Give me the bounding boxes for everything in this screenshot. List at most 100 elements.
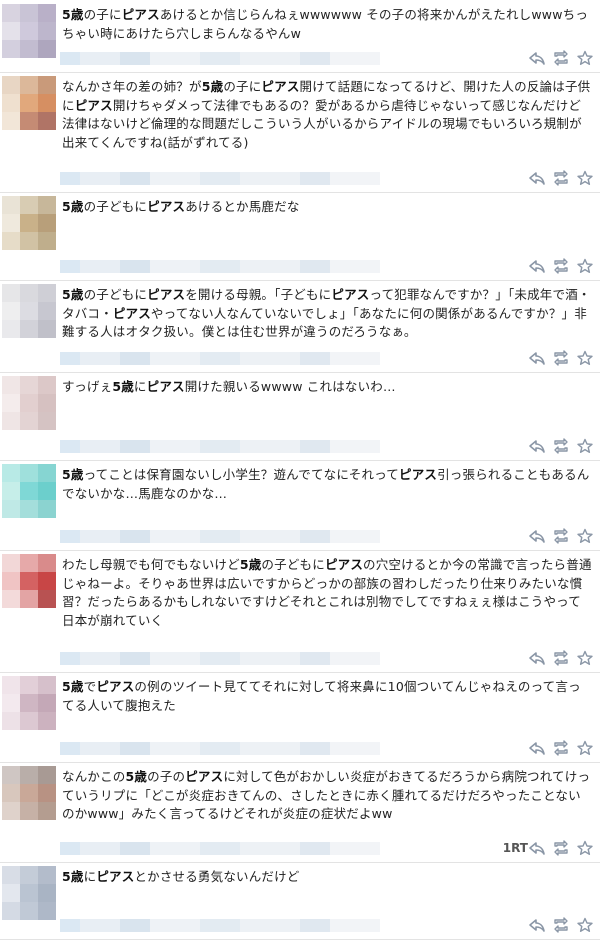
tweet-meta-blurred bbox=[60, 919, 380, 932]
avatar[interactable] bbox=[2, 676, 56, 730]
tweet-meta-blurred bbox=[60, 260, 380, 273]
tweet-item: 5歳ってことは保育園ないし小学生？遊んでてなにそれってピアス引っ張られることもあ… bbox=[0, 460, 600, 551]
tweet-meta-blurred bbox=[60, 652, 380, 665]
tweet-item: なんかこの5歳の子のピアスに対して色がおかしい炎症がおきてるだろうから病院つれて… bbox=[0, 762, 600, 863]
reply-icon[interactable] bbox=[528, 740, 546, 756]
retweet-icon[interactable] bbox=[552, 170, 570, 186]
keyword-highlight: ピアス bbox=[74, 97, 113, 113]
avatar[interactable] bbox=[2, 284, 56, 338]
tweet-actions bbox=[528, 740, 594, 756]
reply-icon[interactable] bbox=[528, 528, 546, 544]
tweet-actions bbox=[528, 170, 594, 186]
tweet-actions bbox=[528, 438, 594, 454]
keyword-highlight: ピアス bbox=[146, 379, 185, 394]
tweet-meta-blurred bbox=[60, 530, 380, 543]
retweet-icon[interactable] bbox=[552, 528, 570, 544]
avatar[interactable] bbox=[2, 376, 56, 430]
keyword-highlight: ピアス bbox=[261, 79, 300, 94]
keyword-highlight: ピアス bbox=[96, 679, 135, 694]
reply-icon[interactable] bbox=[528, 350, 546, 366]
tweet-text: 5歳の子にピアスあけるとか信じらんねぇwwwwww その子の将来かんがえたれしw… bbox=[62, 6, 592, 43]
retweet-icon[interactable] bbox=[552, 50, 570, 66]
text-segment: なんかこの bbox=[62, 769, 126, 784]
tweet-text: 5歳にピアスとかさせる勇気ないんだけど bbox=[62, 868, 592, 887]
retweet-icon[interactable] bbox=[552, 258, 570, 274]
tweet-text: わたし母親でも何でもないけど5歳の子どもにピアスの穴空けるとか今の常識で言ったら… bbox=[62, 556, 592, 630]
retweet-icon[interactable] bbox=[552, 840, 570, 856]
text-segment: 開けちゃダメって法律でもあるの？愛があるから虐待じゃないって感じなんだけど法律は… bbox=[62, 97, 582, 150]
keyword-highlight: 5歳 bbox=[62, 199, 84, 214]
text-segment: の子どもに bbox=[261, 557, 325, 572]
keyword-highlight: 5歳 bbox=[62, 287, 84, 302]
tweet-text: 5歳でピアスの例のツイート見ててそれに対して将来鼻に10個ついてんじゃねえのって… bbox=[62, 678, 592, 715]
keyword-highlight: ピアス bbox=[147, 199, 186, 214]
star-icon[interactable] bbox=[576, 258, 594, 274]
tweet-item: 5歳の子どもにピアスを開ける母親。「子どもにピアスって犯罪なんですか？」「未成年… bbox=[0, 280, 600, 373]
avatar[interactable] bbox=[2, 766, 56, 820]
reply-icon[interactable] bbox=[528, 650, 546, 666]
retweet-count: 1RT bbox=[502, 841, 528, 855]
star-icon[interactable] bbox=[576, 528, 594, 544]
keyword-highlight: 5歳 bbox=[112, 379, 134, 394]
avatar[interactable] bbox=[2, 196, 56, 250]
avatar[interactable] bbox=[2, 464, 56, 518]
star-icon[interactable] bbox=[576, 917, 594, 933]
text-segment: 開けた親いるwwww これはないわ… bbox=[184, 379, 396, 394]
text-segment: すっげぇ bbox=[62, 379, 113, 394]
keyword-highlight: ピアス bbox=[112, 305, 151, 321]
star-icon[interactable] bbox=[576, 740, 594, 756]
tweet-item: 5歳でピアスの例のツイート見ててそれに対して将来鼻に10個ついてんじゃねえのって… bbox=[0, 672, 600, 763]
star-icon[interactable] bbox=[576, 650, 594, 666]
reply-icon[interactable] bbox=[528, 50, 546, 66]
star-icon[interactable] bbox=[576, 840, 594, 856]
retweet-icon[interactable] bbox=[552, 650, 570, 666]
text-segment: に bbox=[133, 379, 147, 394]
avatar[interactable] bbox=[2, 4, 56, 58]
star-icon[interactable] bbox=[576, 170, 594, 186]
text-segment: ってことは保育園ないし小学生？遊んでてなにそれって bbox=[83, 467, 399, 482]
retweet-icon[interactable] bbox=[552, 350, 570, 366]
star-icon[interactable] bbox=[576, 438, 594, 454]
reply-icon[interactable] bbox=[528, 438, 546, 454]
tweet-text: なんかこの5歳の子のピアスに対して色がおかしい炎症がおきてるだろうから病院つれて… bbox=[62, 768, 592, 824]
keyword-highlight: ピアス bbox=[324, 557, 364, 572]
tweet-actions bbox=[528, 350, 594, 366]
tweet-text: 5歳の子どもにピアスを開ける母親。「子どもにピアスって犯罪なんですか？」「未成年… bbox=[62, 286, 592, 342]
text-segment: で bbox=[83, 679, 97, 694]
text-segment: の子の bbox=[147, 769, 186, 784]
tweet-text: なんかさ年の差の姉？が5歳の子にピアス開けて話題になってるけど、開けた人の反論は… bbox=[62, 78, 592, 152]
star-icon[interactable] bbox=[576, 50, 594, 66]
reply-icon[interactable] bbox=[528, 840, 546, 856]
avatar[interactable] bbox=[2, 866, 56, 920]
reply-icon[interactable] bbox=[528, 917, 546, 933]
tweet-text: 5歳の子どもにピアスあけるとか馬鹿だな bbox=[62, 198, 592, 217]
tweet-actions bbox=[528, 528, 594, 544]
retweet-icon[interactable] bbox=[552, 740, 570, 756]
tweet-item: わたし母親でも何でもないけど5歳の子どもにピアスの穴空けるとか今の常識で言ったら… bbox=[0, 550, 600, 673]
tweet-actions bbox=[528, 840, 594, 856]
keyword-highlight: 5歳 bbox=[62, 869, 84, 884]
tweet-text: 5歳ってことは保育園ないし小学生？遊んでてなにそれってピアス引っ張られることもあ… bbox=[62, 466, 592, 503]
keyword-highlight: 5歳 bbox=[125, 769, 148, 784]
text-segment: の子に bbox=[83, 7, 122, 22]
retweet-icon[interactable] bbox=[552, 438, 570, 454]
tweet-text: すっげぇ5歳にピアス開けた親いるwwww これはないわ… bbox=[62, 378, 592, 397]
tweet-item: 5歳の子にピアスあけるとか信じらんねぇwwwwww その子の将来かんがえたれしw… bbox=[0, 0, 600, 73]
tweet-actions bbox=[528, 650, 594, 666]
keyword-highlight: ピアス bbox=[96, 869, 135, 884]
retweet-icon[interactable] bbox=[552, 917, 570, 933]
star-icon[interactable] bbox=[576, 350, 594, 366]
keyword-highlight: 5歳 bbox=[62, 679, 84, 694]
reply-icon[interactable] bbox=[528, 170, 546, 186]
tweet-actions bbox=[528, 917, 594, 933]
avatar[interactable] bbox=[2, 554, 56, 608]
tweet-meta-blurred bbox=[60, 842, 380, 855]
keyword-highlight: ピアス bbox=[399, 467, 438, 482]
keyword-highlight: ピアス bbox=[147, 287, 186, 302]
tweet-item: 5歳の子どもにピアスあけるとか馬鹿だな bbox=[0, 192, 600, 281]
keyword-highlight: ピアス bbox=[331, 287, 370, 302]
text-segment: の子に bbox=[223, 79, 262, 94]
avatar[interactable] bbox=[2, 76, 56, 130]
text-segment: あけるとか馬鹿だな bbox=[185, 199, 300, 214]
reply-icon[interactable] bbox=[528, 258, 546, 274]
